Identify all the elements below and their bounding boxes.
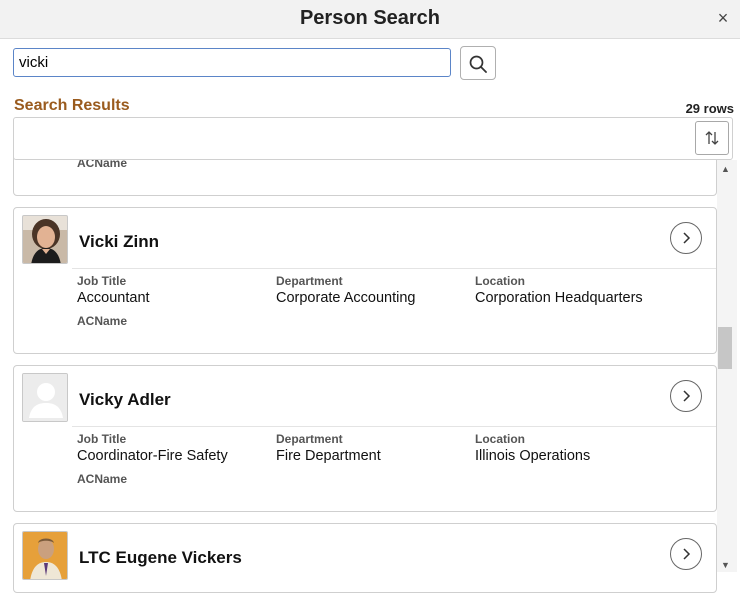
- sort-button[interactable]: [695, 121, 729, 155]
- person-name[interactable]: Vicky Adler: [79, 390, 171, 410]
- person-card[interactable]: LTC Eugene Vickers: [13, 523, 717, 593]
- person-placeholder-icon: [23, 374, 67, 421]
- search-results-title: Search Results: [14, 97, 130, 114]
- search-button[interactable]: [460, 46, 496, 80]
- job-title-value: Coordinator-Fire Safety: [77, 448, 228, 464]
- chevron-right-icon[interactable]: [670, 380, 702, 412]
- person-photo: [23, 532, 67, 579]
- divider: [72, 268, 716, 269]
- dialog-header: Person Search ×: [0, 0, 740, 39]
- person-photo: [23, 216, 67, 263]
- divider: [72, 426, 716, 427]
- chevron-right-icon[interactable]: [670, 222, 702, 254]
- results-scrollbar[interactable]: ▲ ▼: [717, 160, 737, 572]
- person-card[interactable]: Vicki Zinn Job Title Accountant Departme…: [13, 207, 717, 354]
- department-value: Fire Department: [276, 448, 381, 464]
- location-label: Location: [475, 274, 525, 288]
- location-label: Location: [475, 432, 525, 446]
- person-name[interactable]: Vicki Zinn: [79, 232, 159, 252]
- scroll-up-arrow-icon[interactable]: ▲: [721, 164, 730, 174]
- department-value: Corporate Accounting: [276, 290, 416, 306]
- acname-label: ACName: [77, 314, 128, 328]
- sort-icon: [705, 131, 719, 145]
- scroll-down-arrow-icon[interactable]: ▼: [721, 560, 730, 570]
- close-icon[interactable]: ×: [714, 9, 732, 27]
- department-label: Department: [276, 274, 343, 288]
- person-card[interactable]: Vicky Adler Job Title Coordinator-Fire S…: [13, 365, 717, 512]
- job-title-value: Accountant: [77, 290, 150, 306]
- location-value: Illinois Operations: [475, 448, 591, 464]
- rows-count: 29 rows: [685, 101, 734, 116]
- job-title-label: Job Title: [77, 432, 127, 446]
- dialog-title: Person Search: [299, 7, 441, 29]
- location-value: Corporation Headquarters: [475, 290, 643, 306]
- department-label: Department: [276, 432, 343, 446]
- avatar: [22, 531, 68, 580]
- search-icon: [469, 55, 487, 73]
- job-title-label: Job Title: [77, 274, 127, 288]
- avatar: [22, 215, 68, 264]
- avatar-placeholder: [22, 373, 68, 422]
- person-name[interactable]: LTC Eugene Vickers: [79, 548, 242, 568]
- results-toolbar: [13, 117, 733, 160]
- scroll-thumb[interactable]: [718, 327, 732, 369]
- search-input[interactable]: [13, 48, 451, 77]
- acname-label: ACName: [77, 472, 128, 486]
- chevron-right-icon[interactable]: [670, 538, 702, 570]
